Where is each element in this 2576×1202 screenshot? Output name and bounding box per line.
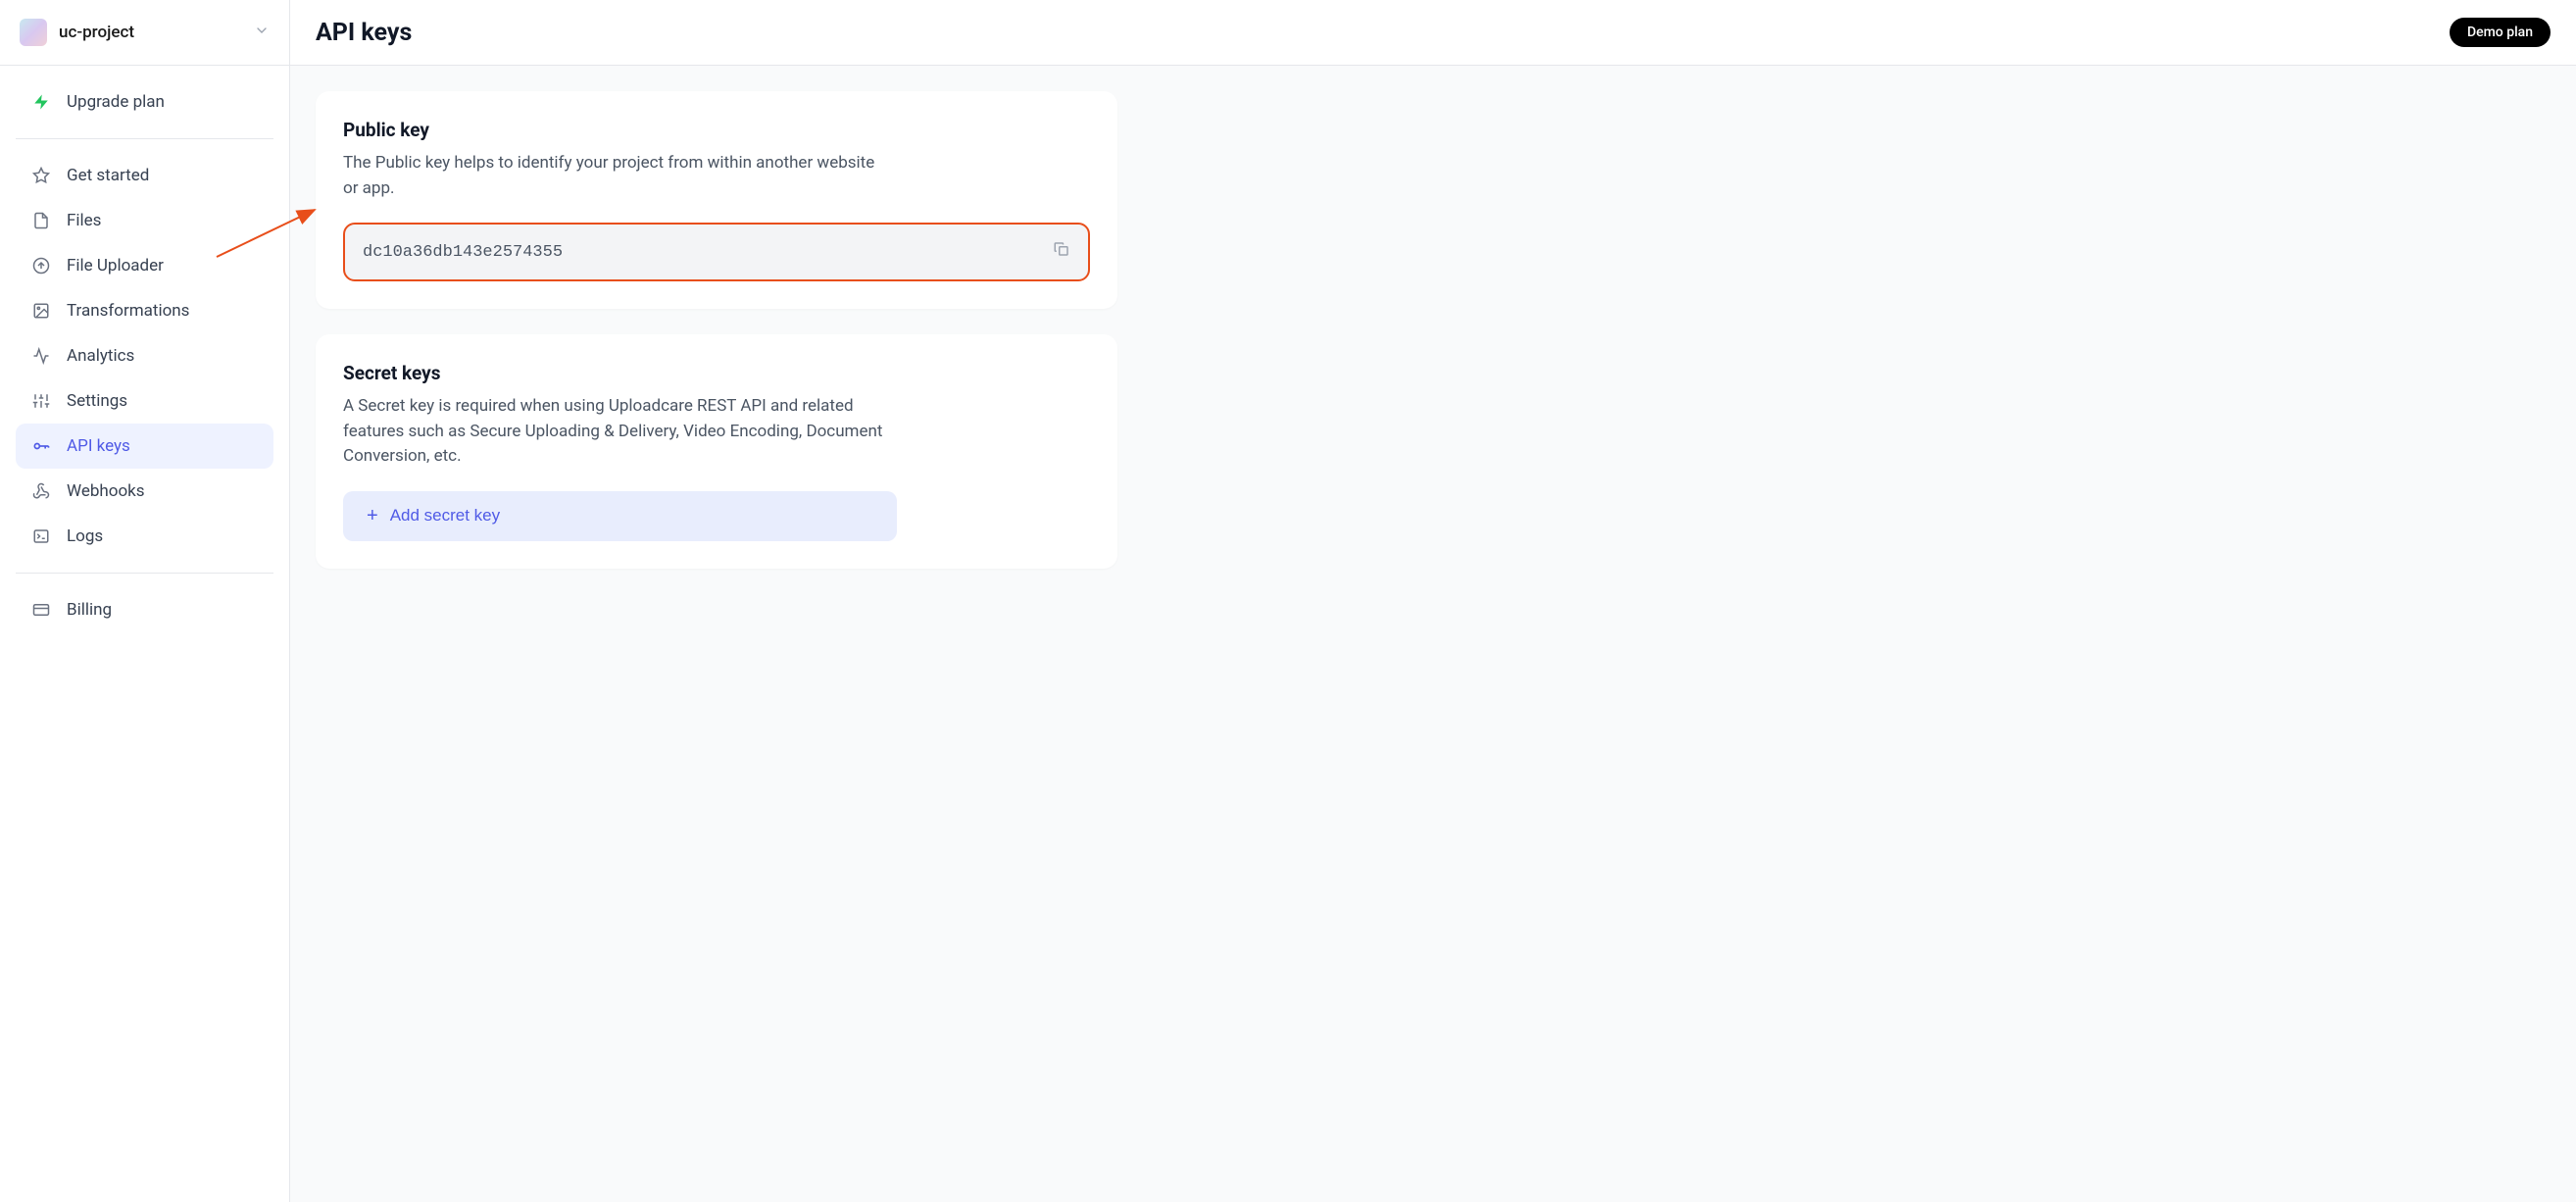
- project-selector[interactable]: uc-project: [20, 19, 270, 46]
- main: API keys Demo plan Public key The Public…: [290, 0, 2576, 1202]
- project-avatar: [20, 19, 47, 46]
- sidebar-item-upgrade[interactable]: Upgrade plan: [16, 79, 273, 125]
- sidebar-item-webhooks[interactable]: Webhooks: [16, 469, 273, 514]
- image-icon: [31, 301, 51, 321]
- sidebar-item-analytics[interactable]: Analytics: [16, 333, 273, 378]
- sidebar-item-label: Settings: [67, 391, 127, 411]
- public-key-card: Public key The Public key helps to ident…: [316, 91, 1117, 309]
- terminal-icon: [31, 526, 51, 546]
- sidebar-item-label: Transformations: [67, 301, 189, 321]
- secret-keys-card: Secret keys A Secret key is required whe…: [316, 334, 1117, 569]
- sidebar-item-label: API keys: [67, 436, 130, 456]
- sidebar-item-billing[interactable]: Billing: [16, 587, 273, 632]
- sidebar-item-logs[interactable]: Logs: [16, 514, 273, 559]
- upload-icon: [31, 256, 51, 275]
- public-key-description: The Public key helps to identify your pr…: [343, 151, 892, 201]
- sidebar-item-label: Upgrade plan: [67, 92, 165, 112]
- sidebar: uc-project Upgrade plan Get started: [0, 0, 290, 1202]
- plus-icon: +: [367, 505, 378, 527]
- sidebar-item-files[interactable]: Files: [16, 198, 273, 243]
- sidebar-item-api-keys[interactable]: API keys: [16, 424, 273, 469]
- sliders-icon: [31, 391, 51, 411]
- add-secret-key-label: Add secret key: [390, 506, 500, 526]
- sidebar-item-file-uploader[interactable]: File Uploader: [16, 243, 273, 288]
- lightning-icon: [31, 92, 51, 112]
- sidebar-item-label: Get started: [67, 166, 149, 185]
- project-name: uc-project: [59, 23, 242, 42]
- secret-keys-title: Secret keys: [343, 362, 1090, 384]
- webhook-icon: [31, 481, 51, 501]
- sidebar-item-label: File Uploader: [67, 256, 164, 275]
- sidebar-header: uc-project: [0, 0, 289, 66]
- plan-badge[interactable]: Demo plan: [2450, 18, 2551, 47]
- sidebar-item-settings[interactable]: Settings: [16, 378, 273, 424]
- public-key-field[interactable]: dc10a36db143e2574355: [343, 223, 1090, 281]
- public-key-value: dc10a36db143e2574355: [363, 243, 1053, 262]
- sidebar-item-get-started[interactable]: Get started: [16, 153, 273, 198]
- sidebar-item-label: Webhooks: [67, 481, 145, 501]
- sidebar-item-label: Billing: [67, 600, 112, 620]
- credit-card-icon: [31, 600, 51, 620]
- sidebar-item-label: Files: [67, 211, 101, 230]
- add-secret-key-button[interactable]: + Add secret key: [343, 491, 897, 541]
- star-icon: [31, 166, 51, 185]
- activity-icon: [31, 346, 51, 366]
- page-title: API keys: [316, 19, 412, 47]
- public-key-title: Public key: [343, 119, 1090, 141]
- sidebar-item-label: Logs: [67, 526, 103, 546]
- chevron-down-icon: [254, 23, 270, 43]
- secret-keys-description: A Secret key is required when using Uplo…: [343, 394, 892, 470]
- sidebar-item-transformations[interactable]: Transformations: [16, 288, 273, 333]
- file-icon: [31, 211, 51, 230]
- key-icon: [31, 436, 51, 456]
- content: Public key The Public key helps to ident…: [290, 66, 1143, 594]
- copy-icon[interactable]: [1053, 240, 1070, 264]
- main-header: API keys Demo plan: [290, 0, 2576, 66]
- sidebar-item-label: Analytics: [67, 346, 134, 366]
